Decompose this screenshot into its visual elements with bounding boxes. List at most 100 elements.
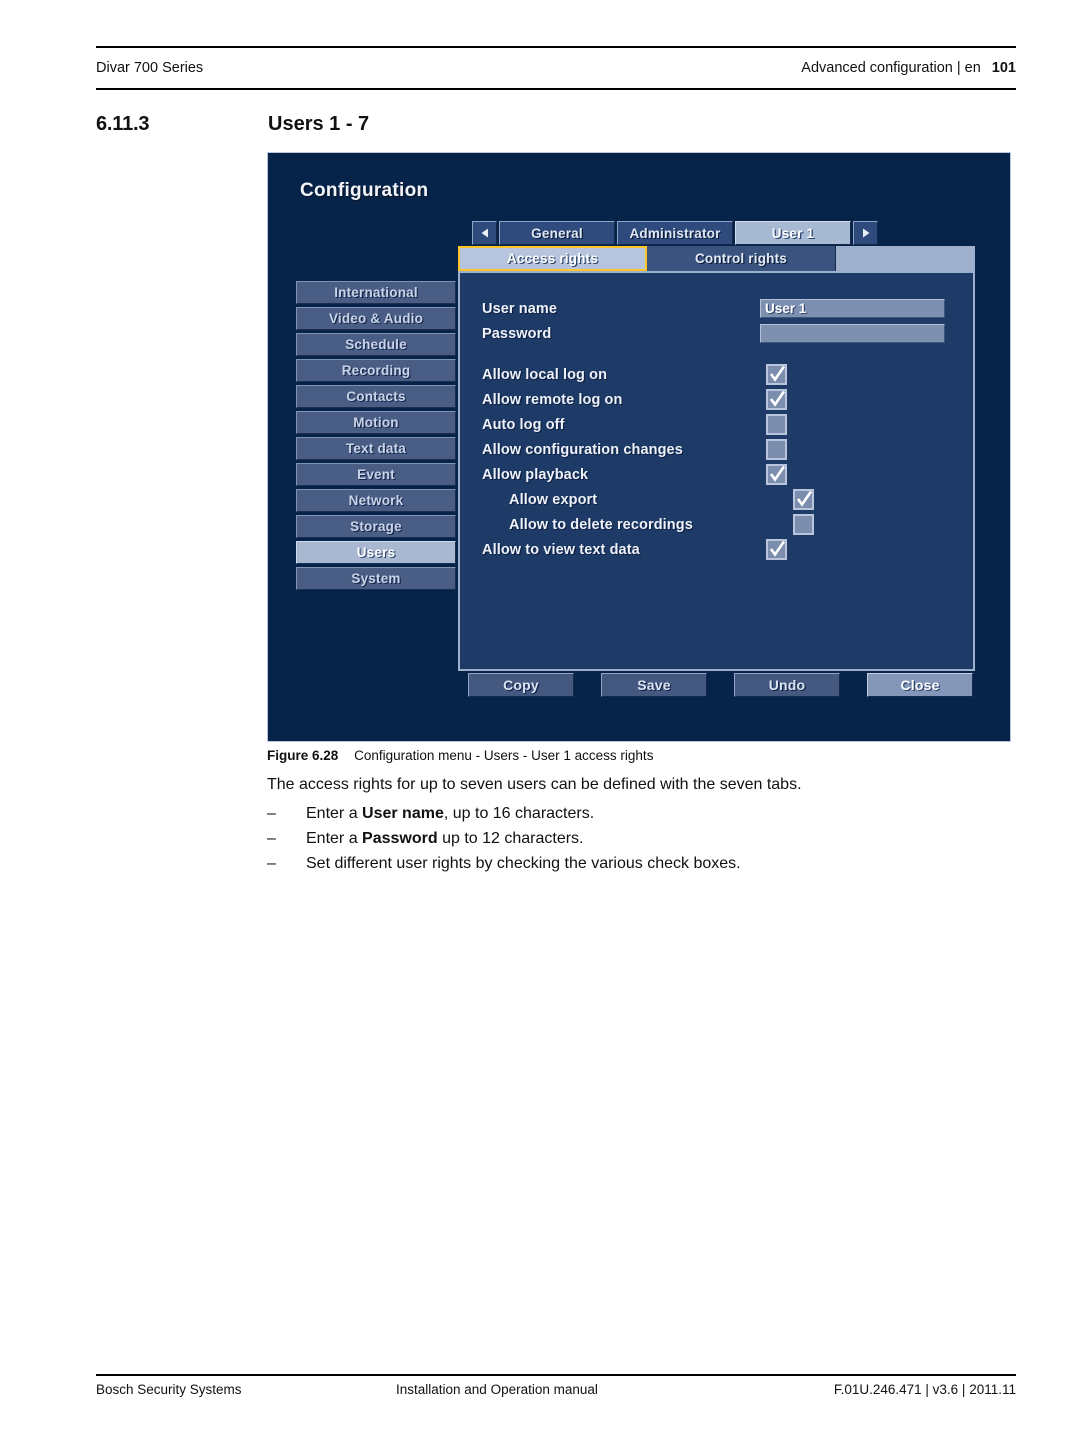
tab-scroll-right-button[interactable] (853, 221, 878, 245)
footer-company: Bosch Security Systems (96, 1382, 242, 1397)
figure-label: Figure (267, 748, 309, 763)
allow-to-delete-recordings-checkbox[interactable] (793, 514, 814, 535)
sidebar-item-contacts[interactable]: Contacts (296, 385, 456, 408)
sidebar-item-network[interactable]: Network (296, 489, 456, 512)
undo-button[interactable]: Undo (734, 673, 840, 697)
bullet-post: , up to 16 characters. (443, 805, 595, 822)
sidebar-item-event[interactable]: Event (296, 463, 456, 486)
right-triangle-icon (860, 227, 872, 239)
form-spacer (482, 346, 952, 362)
copy-button[interactable]: Copy (468, 673, 574, 697)
header-right-group: Advanced configuration | en 101 (801, 60, 1016, 76)
dialog-button-row: Copy Save Undo Close (468, 673, 973, 697)
footer-manual-title: Installation and Operation manual (396, 1382, 598, 1397)
sidebar-item-international[interactable]: International (296, 281, 456, 304)
allow-to-view-text-data-label: Allow to view text data (482, 541, 640, 558)
page-number: 101 (991, 60, 1016, 76)
bullet-dash: – (267, 830, 276, 847)
allow-export-checkbox[interactable] (793, 489, 814, 510)
figure-caption: Figure 6.28 Configuration menu - Users -… (267, 748, 653, 763)
sidebar-item-users[interactable]: Users (296, 541, 456, 564)
bullet-bold: Password (362, 830, 438, 847)
checkbox-row-allow-playback: Allow playback (482, 462, 952, 487)
user-name-label: User name (482, 300, 558, 317)
close-button[interactable]: Close (867, 673, 973, 697)
allow-to-delete-recordings-label: Allow to delete recordings (509, 516, 693, 533)
checkbox-row-auto-log-off: Auto log off (482, 412, 952, 437)
allow-to-view-text-data-checkbox[interactable] (766, 539, 787, 560)
checkbox-row-allow-remote-log-on: Allow remote log on (482, 387, 952, 412)
dialog-title: Configuration (300, 180, 429, 201)
sidebar-item-motion[interactable]: Motion (296, 411, 456, 434)
allow-export-label: Allow export (509, 491, 598, 508)
checkbox-row-allow-configuration-changes: Allow configuration changes (482, 437, 952, 462)
bullet-post: up to 12 characters. (437, 830, 584, 847)
body-text: The access rights for up to seven users … (267, 772, 1017, 876)
bullet-pre: Enter a (306, 830, 363, 847)
checkbox-row-allow-to-delete-recordings: Allow to delete recordings (482, 512, 952, 537)
allow-remote-log-on-label: Allow remote log on (482, 391, 623, 408)
sidebar-item-video-audio[interactable]: Video & Audio (296, 307, 456, 330)
body-bullet-list: – Enter a User name, up to 16 characters… (267, 801, 1017, 876)
checkmark-icon (768, 465, 786, 484)
auto-log-off-checkbox[interactable] (766, 414, 787, 435)
sidebar-item-text-data[interactable]: Text data (296, 437, 456, 460)
tab-user-1[interactable]: User 1 (735, 221, 851, 245)
checkbox-row-allow-local-log-on: Allow local log on (482, 362, 952, 387)
section-title: Users 1 - 7 (268, 113, 370, 135)
subtab-filler (836, 246, 975, 271)
user-name-input[interactable]: User 1 (760, 299, 945, 318)
access-rights-panel: User name User 1 Password Allow local lo… (458, 271, 975, 671)
header-product-name: Divar 700 Series (96, 60, 204, 76)
tab-administrator[interactable]: Administrator (617, 221, 733, 245)
section-number: 6.11.3 (96, 113, 150, 135)
bullet-dash: – (267, 805, 276, 822)
bullet-text: Set different user rights by checking th… (306, 851, 741, 876)
bullet-pre: Set different user rights by checking th… (306, 855, 741, 872)
allow-local-log-on-checkbox[interactable] (766, 364, 787, 385)
sidebar-item-system[interactable]: System (296, 567, 456, 590)
configuration-sidebar: International Video & Audio Schedule Rec… (296, 281, 456, 590)
auto-log-off-label: Auto log off (482, 416, 565, 433)
list-item: – Set different user rights by checking … (267, 851, 1017, 876)
password-label: Password (482, 325, 552, 342)
sidebar-item-schedule[interactable]: Schedule (296, 333, 456, 356)
section-heading: 6.11.3 Users 1 - 7 (96, 113, 1016, 136)
access-rights-form: User name User 1 Password Allow local lo… (482, 296, 952, 562)
sidebar-item-storage[interactable]: Storage (296, 515, 456, 538)
sidebar-item-recording[interactable]: Recording (296, 359, 456, 382)
allow-playback-checkbox[interactable] (766, 464, 787, 485)
field-row-password: Password (482, 321, 952, 346)
subtab-control-rights[interactable]: Control rights (647, 246, 836, 271)
footer-document-id: F.01U.246.471 | v3.6 | 2011.11 (833, 1382, 1016, 1397)
rights-subtabstrip: Access rights Control rights (458, 246, 975, 271)
field-row-user-name: User name User 1 (482, 296, 952, 321)
checkmark-icon (768, 365, 786, 384)
bullet-text: Enter a User name, up to 16 characters. (306, 801, 594, 826)
subtab-access-rights[interactable]: Access rights (458, 246, 647, 271)
figure-caption-text: Configuration menu - Users - User 1 acce… (354, 748, 654, 763)
checkmark-icon (768, 390, 786, 409)
user-tabstrip: General Administrator User 1 (472, 221, 878, 245)
allow-local-log-on-label: Allow local log on (482, 366, 608, 383)
bullet-text: Enter a Password up to 12 characters. (306, 826, 583, 851)
bullet-bold: User name (362, 805, 444, 822)
checkmark-icon (795, 490, 813, 509)
list-item: – Enter a Password up to 12 characters. (267, 826, 1017, 851)
tab-scroll-left-button[interactable] (472, 221, 497, 245)
tab-general[interactable]: General (499, 221, 615, 245)
checkmark-icon (768, 540, 786, 559)
configuration-dialog: Configuration General Administrator User… (267, 152, 1011, 742)
list-item: – Enter a User name, up to 16 characters… (267, 801, 1017, 826)
figure-number: 6.28 (312, 748, 339, 763)
page-footer: Bosch Security Systems Installation and … (96, 1374, 1016, 1397)
allow-configuration-changes-checkbox[interactable] (766, 439, 787, 460)
password-input[interactable] (760, 324, 945, 343)
save-button[interactable]: Save (601, 673, 707, 697)
bullet-pre: Enter a (306, 805, 363, 822)
body-intro: The access rights for up to seven users … (267, 776, 802, 793)
bullet-dash: – (267, 855, 276, 872)
left-triangle-icon (479, 227, 491, 239)
allow-remote-log-on-checkbox[interactable] (766, 389, 787, 410)
page-header: Divar 700 Series Advanced configuration … (96, 46, 1016, 90)
